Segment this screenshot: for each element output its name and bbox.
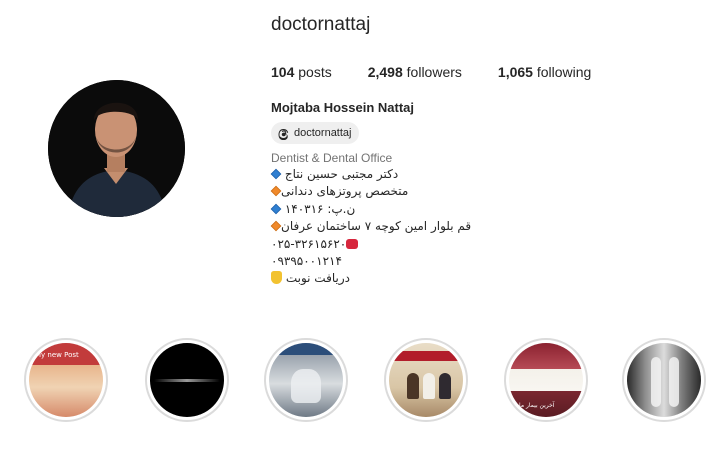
highlight-image-detail — [291, 369, 321, 403]
highlight-image-detail — [651, 357, 661, 407]
profile-avatar[interactable] — [48, 80, 185, 217]
highlight-5[interactable]: آخرین بیمار ما — [504, 338, 588, 422]
bio-line: دریافت نوبت — [271, 270, 501, 287]
followers-stat[interactable]: 2,498 followers — [368, 64, 462, 80]
story-highlights: My new Post آخرین بیمار ما — [0, 338, 720, 424]
bio-text: متخصص پروتزهای دندانی — [281, 184, 409, 199]
small-blue-diamond-icon — [270, 168, 282, 180]
highlight-thumbnail: آخرین بیمار ما — [509, 343, 583, 417]
telephone-icon — [346, 238, 359, 249]
highlight-6[interactable] — [622, 338, 706, 422]
highlight-image-detail — [154, 379, 220, 382]
followers-count: 2,498 — [367, 64, 403, 80]
backhand-index-pointing-down-icon — [271, 271, 282, 285]
highlight-3[interactable] — [264, 338, 348, 422]
highlight-1[interactable]: My new Post — [24, 338, 108, 422]
following-count: 1,065 — [497, 64, 533, 80]
small-orange-diamond-icon — [270, 186, 282, 197]
following-label: following — [532, 64, 592, 80]
bio-text: دریافت نوبت — [285, 271, 350, 286]
highlight-thumbnail — [150, 343, 224, 417]
bio-text: دکتر مجتبی حسین نتاج — [284, 167, 399, 181]
profile-stats: 104 posts 2,498 followers 1,065 followin… — [271, 64, 627, 80]
bio-line: متخصص پروتزهای دندانی — [270, 183, 501, 200]
highlight-4[interactable] — [384, 338, 468, 422]
posts-stat: 104 posts — [271, 64, 332, 80]
profile-username: doctornattaj — [271, 14, 371, 35]
bio-line: ن.پ: ۱۴۰۳۱۶ — [270, 201, 501, 218]
profile-full-name: Mojtaba Hossein Nattaj — [271, 100, 415, 115]
posts-count: 104 — [271, 64, 295, 80]
bio-line: دکتر مجتبی حسین نتاج — [270, 166, 501, 183]
threads-link[interactable]: doctornattaj — [271, 122, 360, 144]
bio-text: قم بلوار امین کوچه ۷ ساختمان عرفان — [281, 219, 472, 234]
threads-icon — [277, 127, 290, 140]
highlight-caption: آخرین بیمار ما — [519, 402, 555, 409]
bio-mobile-text[interactable]: ۰۹۳۹۵۰۰۱۲۱۴ — [271, 254, 342, 268]
avatar-photo — [48, 80, 185, 217]
highlight-thumbnail — [389, 343, 463, 417]
highlight-image-detail — [407, 373, 419, 399]
threads-handle: doctornattaj — [294, 127, 352, 139]
highlight-image-detail — [439, 373, 451, 399]
highlight-thumbnail — [269, 343, 343, 417]
highlight-label: My new Post — [35, 351, 79, 359]
followers-label: followers — [402, 64, 462, 80]
bio-line: قم بلوار امین کوچه ۷ ساختمان عرفان — [270, 218, 501, 235]
highlight-image-detail — [669, 357, 679, 407]
highlight-thumbnail: My new Post — [29, 343, 103, 417]
following-stat[interactable]: 1,065 following — [498, 64, 591, 80]
bio-line: ۰۲۵-۳۲۶۱۵۶۲۰ — [271, 236, 501, 253]
profile-category: Dentist & Dental Office — [271, 151, 393, 165]
bio-line: ۰۹۳۹۵۰۰۱۲۱۴ — [271, 253, 501, 270]
bio-phone-text[interactable]: ۰۲۵-۳۲۶۱۵۶۲۰ — [271, 237, 346, 251]
highlight-thumbnail — [627, 343, 701, 417]
bio-text: ن.پ: ۱۴۰۳۱۶ — [284, 201, 356, 216]
highlight-2[interactable] — [145, 338, 229, 422]
highlight-image-detail — [389, 351, 463, 361]
profile-bio: دکتر مجتبی حسین نتاج متخصص پروتزهای دندا… — [270, 166, 501, 288]
highlight-image-detail — [423, 373, 435, 399]
small-blue-diamond-icon — [270, 203, 282, 215]
posts-label: posts — [294, 64, 332, 80]
small-orange-diamond-icon — [270, 220, 282, 232]
